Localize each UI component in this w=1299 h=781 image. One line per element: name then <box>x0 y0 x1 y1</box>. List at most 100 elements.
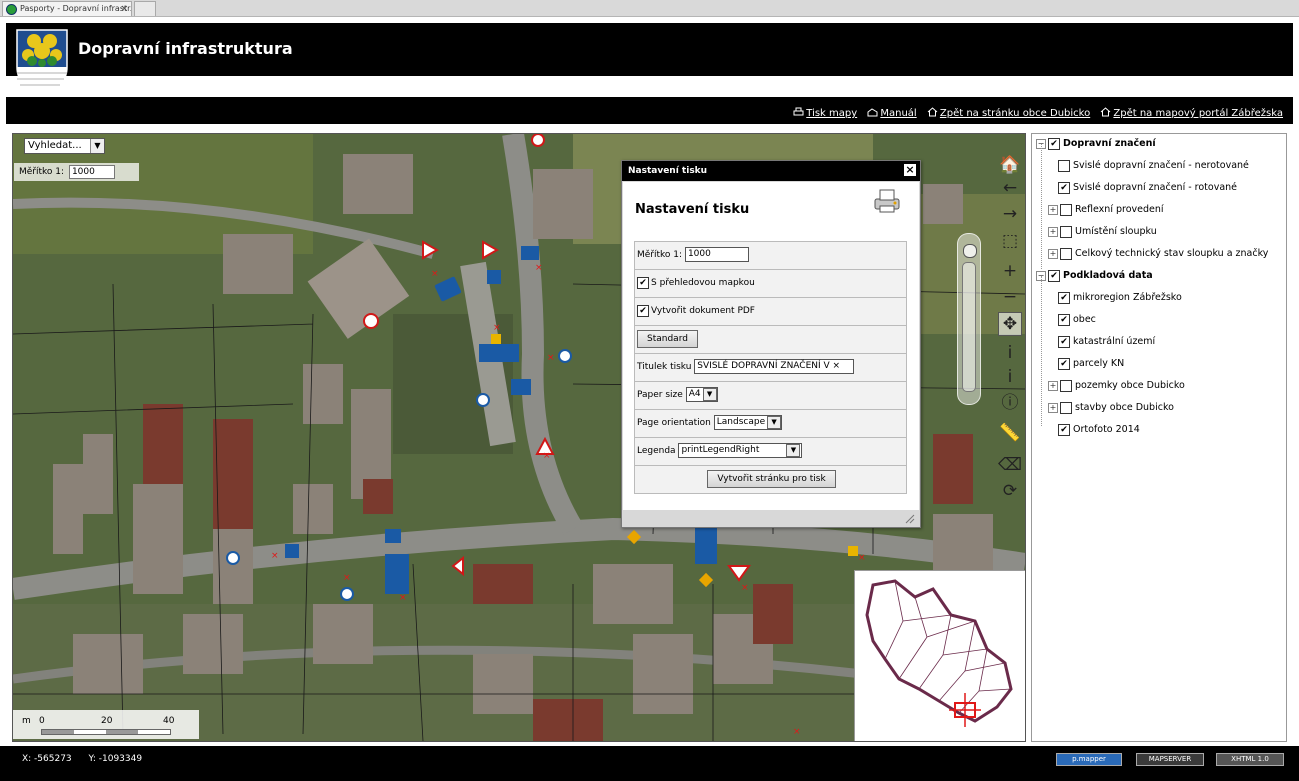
layer-item[interactable]: ✔ Ortofoto 2014 <box>1048 423 1140 437</box>
info-circle-icon[interactable]: ⓘ <box>998 392 1022 414</box>
tab-close-icon[interactable]: × <box>120 2 128 16</box>
layer-item[interactable]: + stavby obce Dubicko <box>1048 401 1174 415</box>
layer-checkbox[interactable]: ✔ <box>1048 137 1060 150</box>
back-to-map-portal-link[interactable]: Zpět na mapový portál Zábřežska <box>1100 107 1283 119</box>
home-icon <box>1101 107 1111 117</box>
orientation-select[interactable]: Landscape ▼ <box>713 415 783 430</box>
layer-tree: − ✔ Dopravní značení Svislé dopravní značen… <box>1031 133 1287 742</box>
overview-map[interactable] <box>854 570 1025 741</box>
layer-item[interactable]: + pozemky obce Dubicko <box>1048 379 1185 393</box>
back-arrow-icon[interactable]: ← <box>998 177 1022 199</box>
print-form: Měřítko 1: 1000 ✔ S přehledovou mapkou ✔ V… <box>634 241 907 494</box>
microregion-outline <box>865 579 1013 727</box>
scale-bar-tick-20: 20 <box>101 716 113 726</box>
forward-arrow-icon[interactable]: → <box>998 203 1022 225</box>
scale-input[interactable]: 1000 <box>684 247 749 262</box>
pdf-label: Vytvořit dokument PDF <box>651 306 755 316</box>
layer-item[interactable]: − ✔ Podkladová data <box>1036 269 1153 283</box>
layer-checkbox[interactable]: ✔ <box>1048 269 1060 282</box>
expand-icon[interactable]: + <box>1048 204 1058 215</box>
print-title-label: Titulek tisku <box>637 362 692 372</box>
svg-text:×: × <box>399 593 407 603</box>
standard-button[interactable]: Standard <box>637 329 698 348</box>
expand-icon[interactable]: + <box>1048 402 1058 413</box>
layer-label: obec <box>1073 314 1096 325</box>
paper-size-select[interactable]: A4 ▼ <box>685 387 718 402</box>
home-icon[interactable]: 🏠 <box>998 154 1022 176</box>
overview-row: ✔ S přehledovou mapkou <box>634 270 907 298</box>
measure-icon[interactable]: 📏 <box>998 422 1022 444</box>
layer-label: mikroregion Zábřežsko <box>1073 292 1182 303</box>
map-scale-label: Měřítko 1: <box>19 167 65 177</box>
layer-item[interactable]: ✔ mikroregion Zábřežsko <box>1048 291 1182 305</box>
layer-checkbox[interactable] <box>1060 225 1072 238</box>
info-icon[interactable]: i <box>998 342 1022 364</box>
resize-handle-icon[interactable] <box>905 514 915 524</box>
pdf-checkbox[interactable]: ✔ <box>637 304 649 317</box>
chevron-down-icon: ▼ <box>786 444 801 457</box>
layer-item[interactable]: ✔ obec <box>1048 313 1096 327</box>
manual-link[interactable]: Manuál <box>867 108 917 119</box>
layer-item[interactable]: Svislé dopravní značení - nerotované <box>1048 159 1249 173</box>
expand-icon[interactable]: + <box>1048 380 1058 391</box>
pan-icon[interactable]: ✥ <box>998 312 1022 336</box>
close-icon[interactable]: × <box>904 164 916 176</box>
layer-checkbox[interactable] <box>1060 247 1072 260</box>
svg-text:×: × <box>343 573 351 583</box>
layer-checkbox[interactable]: ✔ <box>1058 291 1070 304</box>
layer-item[interactable]: ✔ katastrální území <box>1048 335 1155 349</box>
layer-item[interactable]: ✔ parcely KN <box>1048 357 1124 371</box>
zoom-in-icon[interactable]: + <box>998 260 1022 282</box>
chevron-down-icon: ▼ <box>702 388 717 401</box>
manual-icon <box>867 108 878 117</box>
legend-select[interactable]: printLegendRight ▼ <box>678 443 803 458</box>
refresh-icon[interactable]: ⟳ <box>998 480 1022 502</box>
new-tab-button[interactable] <box>134 1 156 16</box>
svg-text:×: × <box>543 451 551 461</box>
create-print-page-button[interactable]: Vytvořit stránku pro tisk <box>707 469 836 488</box>
toolbar-links: Tisk mapy Manuál Zpět na stránku obce Du… <box>786 107 1283 119</box>
tree-connector-line <box>1041 144 1042 269</box>
layer-checkbox[interactable]: ✔ <box>1058 335 1070 348</box>
layer-label: katastrální území <box>1073 336 1156 347</box>
zoom-box-icon[interactable]: ⬚ <box>998 230 1022 252</box>
clear-icon[interactable]: ⌫ <box>998 454 1022 476</box>
xhtml-badge[interactable]: XHTML 1.0 <box>1216 753 1284 766</box>
zoom-out-icon[interactable]: − <box>998 286 1022 308</box>
layer-checkbox[interactable]: ✔ <box>1058 313 1070 326</box>
layer-checkbox[interactable]: ✔ <box>1058 423 1070 436</box>
search-dropdown[interactable]: Vyhledat... ▼ <box>24 138 105 154</box>
identify-icon[interactable]: ⅰ <box>998 366 1022 388</box>
back-to-municipality-link[interactable]: Zpět na stránku obce Dubicko <box>927 107 1090 119</box>
pmapper-badge[interactable]: p.mapper <box>1056 753 1122 766</box>
layer-label: Reflexní provedení <box>1075 204 1164 215</box>
layer-checkbox[interactable] <box>1060 203 1072 216</box>
layer-item[interactable]: ✔ Svislé dopravní značení - rotované <box>1048 181 1237 195</box>
print-map-link[interactable]: Tisk mapy <box>793 107 857 119</box>
layer-item[interactable]: + Reflexní provedení <box>1048 203 1164 217</box>
mapserver-badge[interactable]: MAPSERVER <box>1136 753 1204 766</box>
legend-label: Legenda <box>637 446 676 456</box>
zoom-slider-plus-icon[interactable] <box>963 244 977 258</box>
chevron-down-icon: ▼ <box>90 139 104 153</box>
layer-checkbox[interactable] <box>1058 159 1070 172</box>
expand-icon[interactable]: + <box>1048 248 1058 259</box>
layer-checkbox[interactable]: ✔ <box>1058 181 1070 194</box>
print-title-input[interactable]: SVISLÉ DOPRAVNÍ ZNAČENÍ V × <box>694 359 855 374</box>
dialog-header-title: Nastavení tisku <box>628 166 708 176</box>
layer-item[interactable]: + Celkový technický stav sloupku a značky <box>1048 247 1268 261</box>
layer-item[interactable]: + Umístění sloupku <box>1048 225 1157 239</box>
overview-label: S přehledovou mapkou <box>651 278 755 288</box>
layer-label: Podkladová data <box>1063 270 1153 281</box>
layer-checkbox[interactable]: ✔ <box>1058 357 1070 370</box>
layer-checkbox[interactable] <box>1060 401 1072 414</box>
layer-item[interactable]: − ✔ Dopravní značení <box>1036 137 1156 151</box>
zoom-slider-track[interactable] <box>962 262 976 392</box>
layer-checkbox[interactable] <box>1060 379 1072 392</box>
expand-icon[interactable]: + <box>1048 226 1058 237</box>
overview-checkbox[interactable]: ✔ <box>637 276 649 289</box>
map-scale-input[interactable]: 1000 <box>68 164 115 179</box>
scale-bar-tick-0: 0 <box>39 716 45 726</box>
browser-tab[interactable]: Pasporty - Dopravní infrastr... × <box>2 1 132 16</box>
